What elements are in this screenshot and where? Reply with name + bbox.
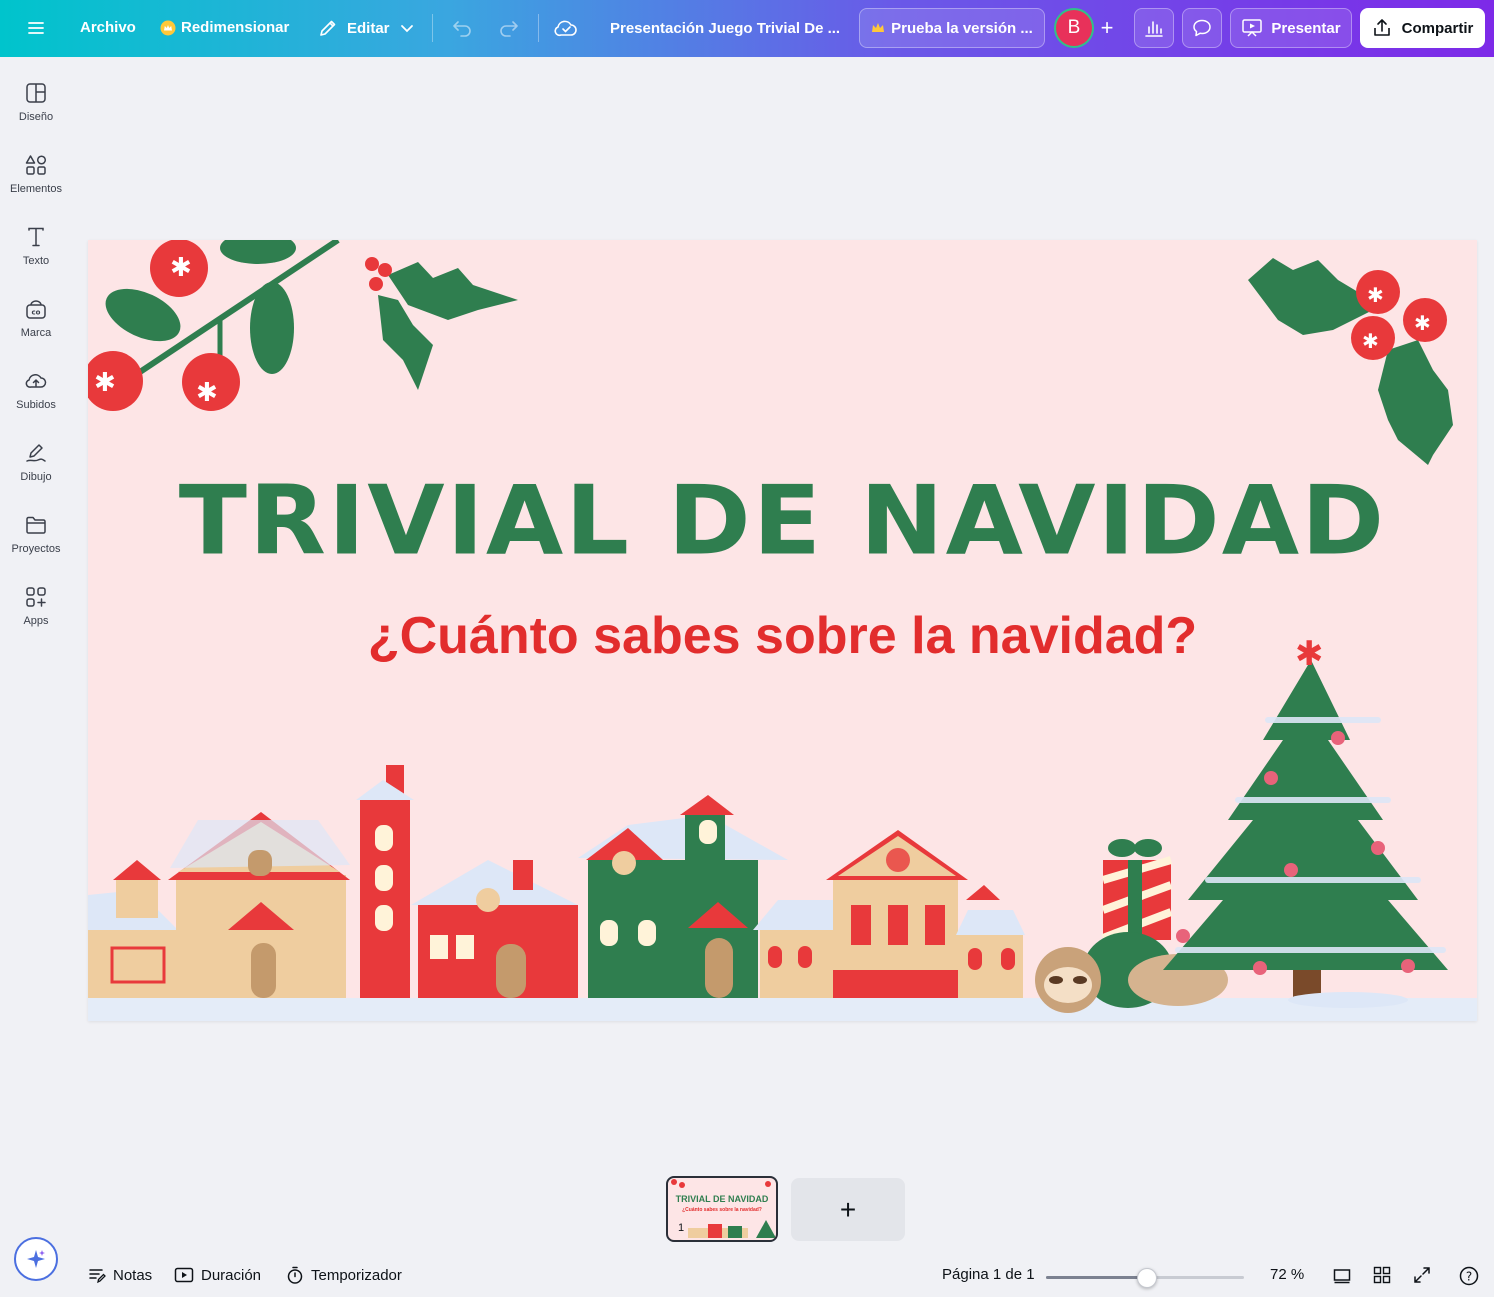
folder-icon (26, 516, 46, 534)
notes-button[interactable]: Notas (88, 1266, 152, 1284)
avatar[interactable]: B (1054, 8, 1094, 48)
file-menu[interactable]: Archivo (80, 19, 136, 36)
grid-view-icon[interactable] (1373, 1266, 1391, 1284)
sidebar-label: Proyectos (11, 543, 61, 555)
apps-icon (26, 587, 46, 607)
slide-subtitle[interactable]: ¿Cuánto sabes sobre la navidad? (88, 606, 1477, 666)
duration-icon (174, 1267, 194, 1283)
svg-text:?: ? (1466, 1270, 1472, 1284)
duration-label: Duración (201, 1266, 262, 1284)
sidebar-label: Diseño (18, 111, 54, 123)
thumbnail-illustration (671, 1179, 776, 1238)
brand-icon: co (26, 300, 46, 319)
slide-title[interactable]: TRIVIAL DE NAVIDAD (88, 465, 1477, 576)
sidebar-item-elements[interactable]: Elementos (0, 153, 72, 217)
notes-icon (89, 1269, 106, 1284)
zoom-slider-fill (1046, 1276, 1147, 1279)
christmas-tree-illustration: ✱ (1163, 634, 1448, 1008)
notes-label: Notas (113, 1266, 153, 1284)
crown-icon (872, 23, 885, 32)
sidebar-label: Subidos (16, 399, 56, 411)
zoom-slider[interactable] (1046, 1268, 1244, 1288)
village-houses-illustration (88, 765, 1025, 998)
elements-icon (25, 155, 47, 175)
sidebar-label: Elementos (10, 183, 62, 195)
chevron-down-icon (400, 25, 413, 33)
page-indicator[interactable]: Página 1 de 1 (942, 1266, 1035, 1283)
share-label: Compartir (1401, 19, 1474, 37)
document-title[interactable]: Presentación Juego Trivial De ... (610, 20, 840, 37)
sidebar-item-uploads[interactable]: Subidos (0, 369, 72, 433)
page-thumbnail[interactable]: TRIVIAL DE NAVIDAD ¿Cuánto sabes sobre l… (666, 1176, 778, 1242)
slide-canvas[interactable]: ✱ ✱ ✱ ✱ ✱ ✱ ✱ TRIVIAL DE NAVIDAD ¿Cuánto… (88, 240, 1477, 1021)
help-icon[interactable]: ? (1459, 1266, 1479, 1286)
pencil-icon (320, 20, 336, 36)
svg-text:✱: ✱ (1367, 283, 1384, 307)
upload-cloud-icon (25, 374, 47, 388)
holly-berries-corner-illustration: ✱ ✱ ✱ (1248, 258, 1453, 465)
sidebar-item-design[interactable]: Diseño (0, 81, 72, 145)
redo-icon[interactable] (498, 18, 520, 38)
top-bar: Archivo Redimensionar Editar Presentació… (0, 0, 1494, 57)
svg-text:✱: ✱ (170, 253, 192, 283)
trial-button[interactable]: Prueba la versión ... (859, 8, 1045, 48)
sidebar-item-text[interactable]: Texto (0, 225, 72, 289)
svg-text:✱: ✱ (1362, 329, 1379, 353)
snow-ground (88, 998, 1477, 1021)
sidebar: Diseño Elementos Texto co Marca Subidos … (0, 57, 72, 1297)
cloud-saved-icon[interactable] (554, 17, 578, 39)
sidebar-item-projects[interactable]: Proyectos (0, 513, 72, 577)
holly-leaf-illustration (365, 257, 518, 390)
sidebar-item-draw[interactable]: Dibujo (0, 441, 72, 505)
add-page-button[interactable]: + (791, 1178, 905, 1241)
insights-icon[interactable] (1134, 8, 1174, 48)
draw-icon (26, 444, 46, 462)
svg-text:✱: ✱ (94, 368, 116, 398)
duration-button[interactable]: Duración (174, 1266, 261, 1284)
svg-text:✱: ✱ (196, 378, 218, 408)
gift-and-sloth-illustration (1035, 839, 1228, 1013)
share-button[interactable]: Compartir (1360, 8, 1485, 48)
zoom-level[interactable]: 72 % (1270, 1266, 1304, 1283)
sidebar-label: Apps (23, 615, 49, 627)
present-label: Presentar (1271, 19, 1341, 37)
holly-berry-branch-illustration: ✱ ✱ ✱ (88, 240, 340, 411)
resize-label: Redimensionar (181, 19, 290, 36)
bottom-bar: Notas Duración Temporizador Página 1 de … (0, 1258, 1494, 1297)
sidebar-item-apps[interactable]: Apps (0, 585, 72, 649)
undo-icon[interactable] (451, 18, 473, 38)
timer-label: Temporizador (311, 1266, 402, 1284)
sidebar-item-brand[interactable]: co Marca (0, 297, 72, 361)
text-icon (28, 227, 44, 247)
single-page-view-icon[interactable] (1333, 1266, 1351, 1284)
present-button[interactable]: Presentar (1230, 8, 1352, 48)
zoom-slider-handle[interactable] (1136, 1268, 1157, 1288)
add-collaborator-icon[interactable]: + (1093, 14, 1121, 42)
fullscreen-icon[interactable] (1413, 1266, 1431, 1284)
present-icon (1242, 19, 1263, 37)
edit-label: Editar (347, 19, 390, 37)
sidebar-label: Texto (22, 255, 50, 267)
divider (432, 14, 433, 42)
sidebar-label: Dibujo (20, 471, 52, 483)
svg-text:✱: ✱ (1414, 311, 1431, 335)
crown-icon (160, 20, 176, 35)
svg-text:co: co (32, 309, 41, 317)
hamburger-menu-icon[interactable] (26, 18, 46, 38)
stopwatch-icon (287, 1266, 303, 1284)
edit-button[interactable]: Editar (318, 18, 414, 38)
resize-button[interactable]: Redimensionar (160, 19, 289, 36)
share-upload-icon (1373, 19, 1390, 36)
divider (538, 14, 539, 42)
comment-icon[interactable] (1182, 8, 1222, 48)
design-icon (26, 83, 46, 103)
timer-button[interactable]: Temporizador (286, 1266, 402, 1284)
sidebar-label: Marca (20, 327, 52, 339)
trial-label: Prueba la versión ... (891, 19, 1033, 37)
